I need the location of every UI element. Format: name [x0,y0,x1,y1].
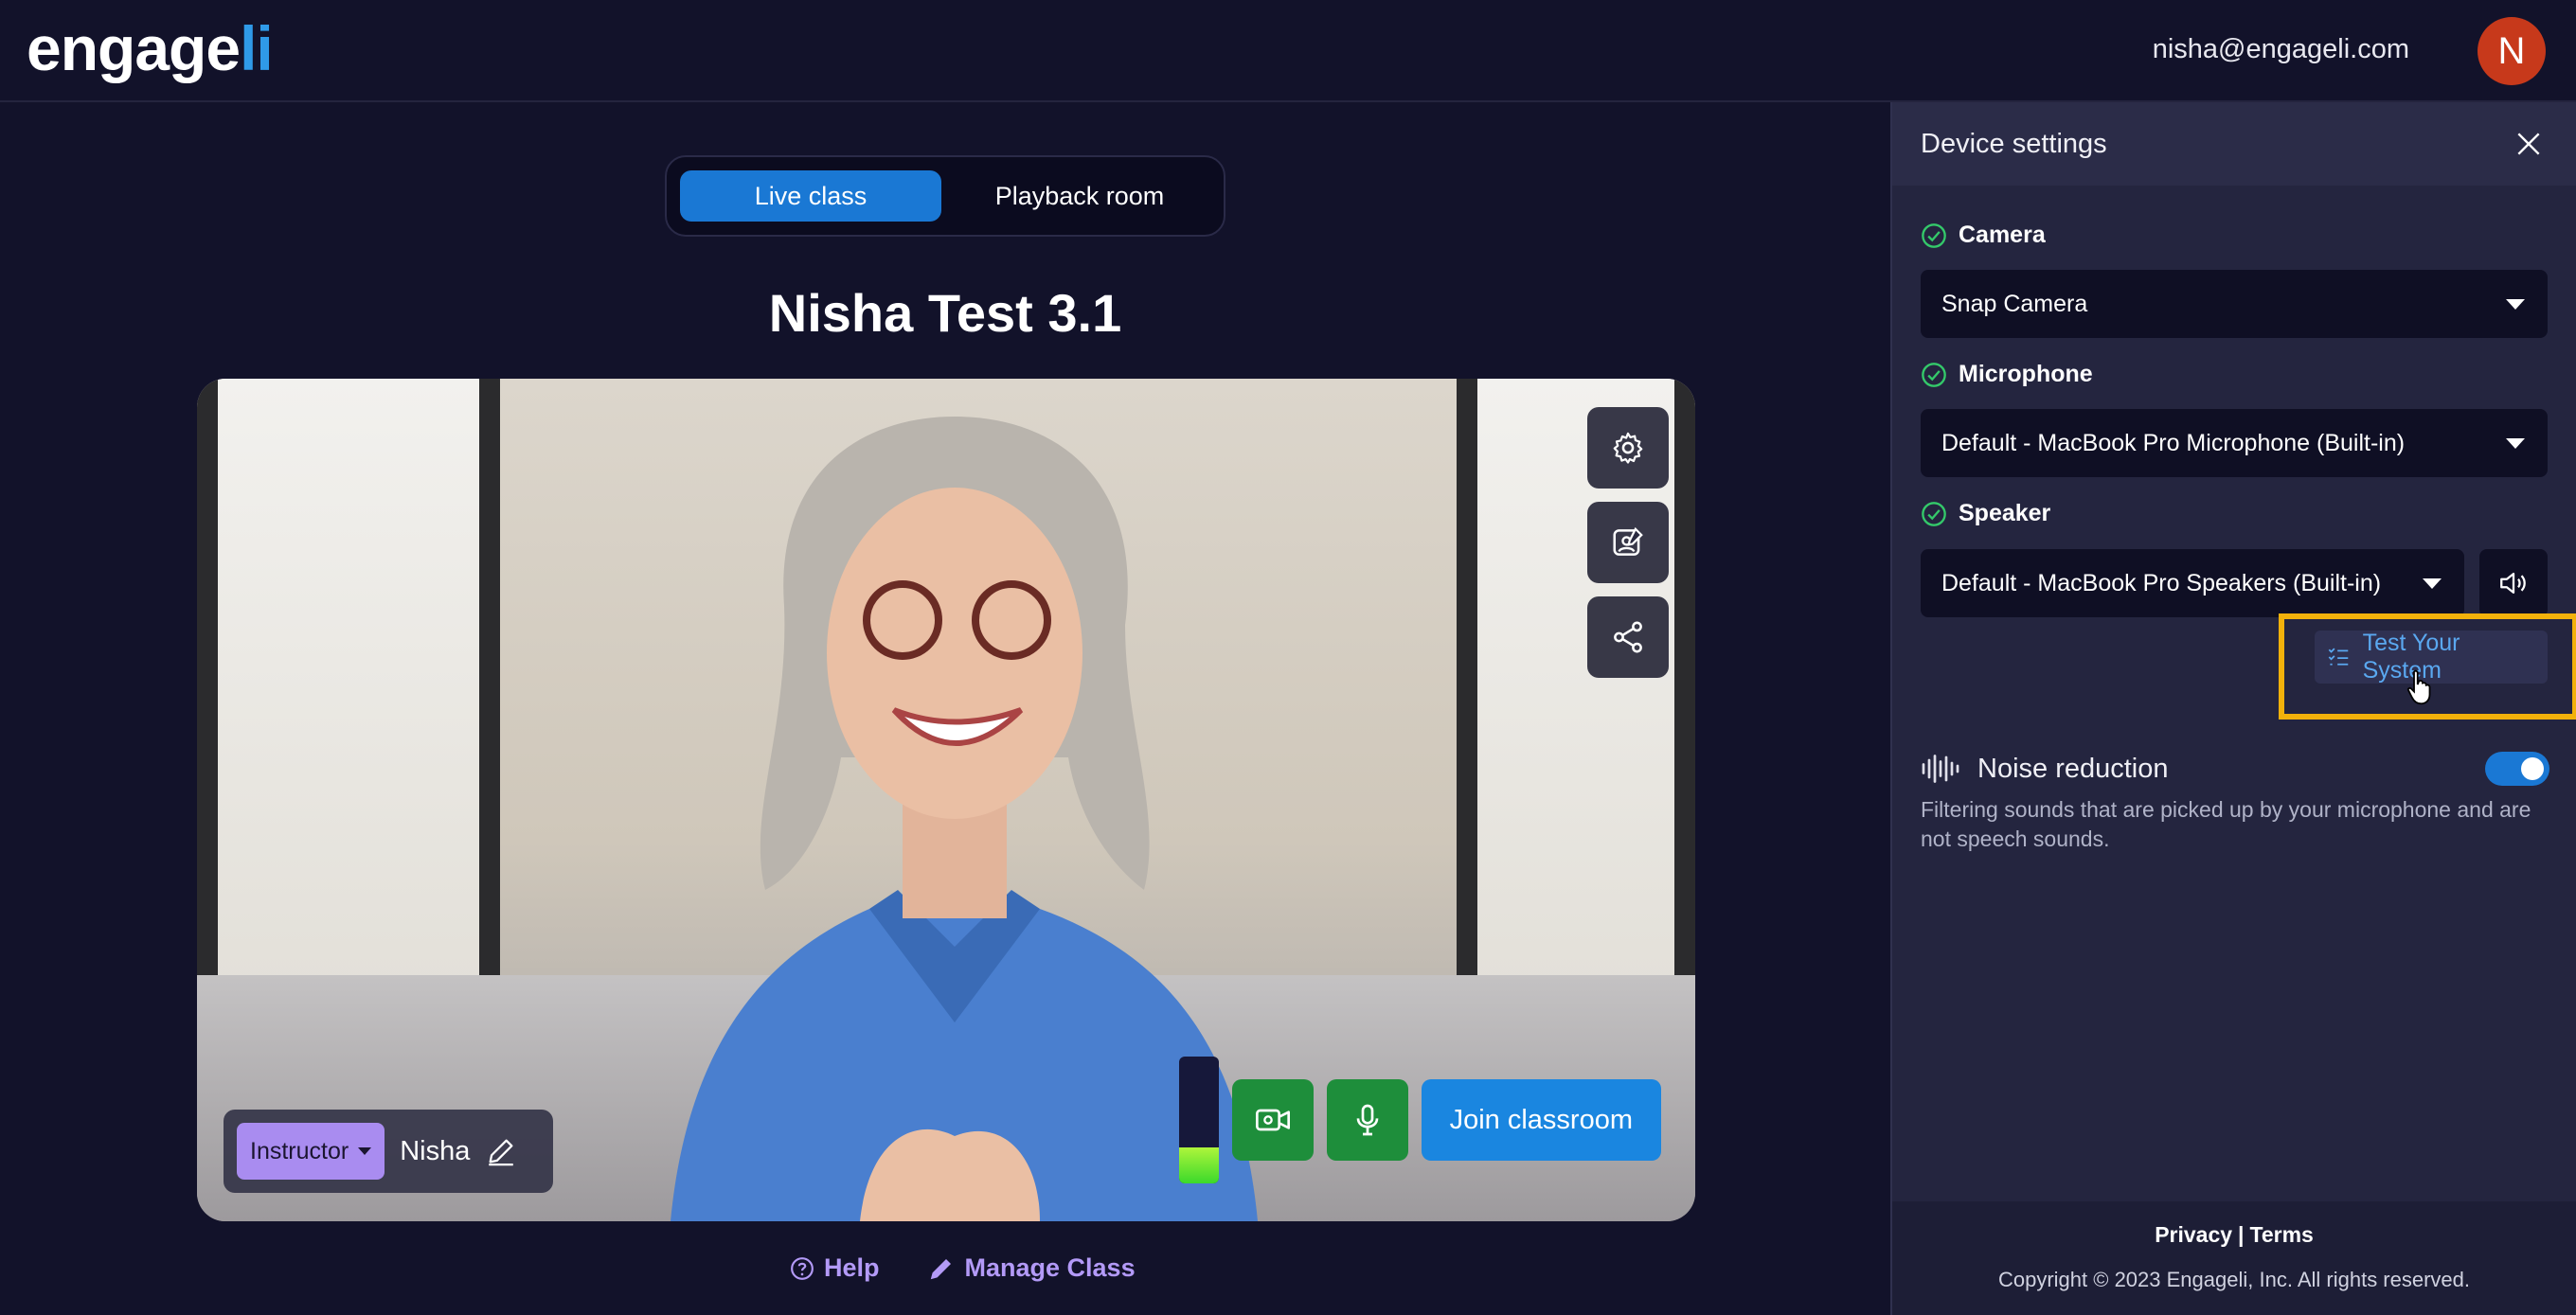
mode-toggle: Live class Playback room [665,155,1225,237]
top-bar: engageli nisha@engageli.com N [0,0,2576,102]
microphone-section-label: Microphone [1921,361,2093,388]
speaker-section-label: Speaker [1921,500,2050,527]
panel-title: Device settings [1921,128,2107,159]
speaker-select[interactable]: Default - MacBook Pro Speakers (Built-in… [1921,549,2464,617]
camera-label: Camera [1959,222,2046,248]
privacy-link[interactable]: Privacy [2155,1222,2232,1247]
tab-playback-room[interactable]: Playback room [949,170,1210,222]
test-your-system-label: Test Your System [2362,630,2460,684]
background-window [197,379,500,985]
close-panel-button[interactable] [2510,125,2548,163]
panel-header: Device settings [1892,102,2576,186]
mic-level-meter [1178,1057,1219,1183]
noise-reduction-toggle[interactable] [2485,752,2549,786]
tab-live-class[interactable]: Live class [680,170,941,222]
sound-wave-icon [1922,755,1959,783]
copyright-text: Copyright © 2023 Engageli, Inc. All righ… [1997,1268,2471,1291]
check-circle-icon [1922,222,1946,248]
check-circle-icon [1922,501,1946,526]
legal-links: Privacy | Terms [1892,1222,2576,1248]
noise-reduction-row: Noise reduction [1921,750,2549,788]
device-settings-panel: Device settings Camera Snap Camera Micro… [1890,102,2576,1315]
mic-level-fill [1178,1147,1219,1183]
chevron-down-icon [358,1147,372,1155]
microphone-select-value: Default - MacBook Pro Microphone (Built-… [1941,429,2406,456]
edit-name-button[interactable] [485,1135,517,1167]
noise-reduction-description: Filtering sounds that are picked up by y… [1921,797,2531,851]
user-email: nisha@engageli.com [2152,34,2409,64]
help-label: Help [824,1253,880,1282]
video-tools [1587,407,1669,678]
link-separator: | [2238,1222,2245,1247]
camera-select[interactable]: Snap Camera [1921,270,2548,338]
manage-class-link[interactable]: Manage Class [927,1253,1136,1283]
hand-cursor-icon [2406,669,2431,705]
media-controls: Join classroom [1178,1057,1661,1183]
microphone-toggle-button[interactable] [1326,1079,1408,1161]
camera-section-label: Camera [1921,222,2046,249]
panel-footer: Privacy | Terms Copyright © 2023 Engageli,… [1892,1201,2576,1315]
participant-name: Nisha [400,1135,471,1166]
test-speaker-button[interactable] [2479,549,2548,617]
avatar[interactable]: N [2478,17,2546,85]
camera-select-value: Snap Camera [1941,290,2088,317]
share-icon [1614,621,1642,653]
pencil-icon [489,1139,514,1166]
microphone-select[interactable]: Default - MacBook Pro Microphone (Built-… [1921,409,2548,477]
camera-toggle-button[interactable] [1231,1079,1314,1161]
speaker-icon [2500,572,2526,595]
check-circle-icon [1922,362,1946,387]
role-dropdown[interactable]: Instructor [237,1123,385,1180]
pencil-icon [930,1258,951,1279]
settings-icon [1613,432,1643,464]
chevron-down-icon [2506,298,2525,310]
join-classroom-button[interactable]: Join classroom [1421,1079,1661,1161]
edit-background-icon [1613,526,1643,556]
background-effects-button[interactable] [1587,502,1669,583]
help-link[interactable]: Help [790,1253,880,1283]
video-preview: Instructor Nisha Join classroom [197,379,1695,1221]
engageli-logo[interactable]: engageli [27,15,274,81]
participant-name-bar: Instructor Nisha [224,1110,553,1193]
microphone-icon [1356,1104,1378,1136]
page-title: Nisha Test 3.1 [768,283,1122,343]
checklist-icon [2328,648,2349,666]
video-camera-icon [1255,1109,1290,1131]
close-icon [2517,133,2540,155]
speaker-select-value: Default - MacBook Pro Speakers (Built-in… [1941,569,2382,596]
share-button[interactable] [1587,596,1669,678]
terms-link[interactable]: Terms [2249,1222,2313,1247]
manage-class-label: Manage Class [964,1253,1136,1282]
noise-reduction-label: Noise reduction [1977,753,2169,784]
help-icon [791,1256,814,1280]
role-label: Instructor [250,1137,349,1164]
chevron-down-icon [2423,578,2442,589]
speaker-label: Speaker [1959,500,2051,526]
chevron-down-icon [2506,437,2525,449]
help-links: Help Manage Class [790,1253,1136,1283]
settings-button[interactable] [1587,407,1669,489]
microphone-label: Microphone [1959,361,2093,387]
